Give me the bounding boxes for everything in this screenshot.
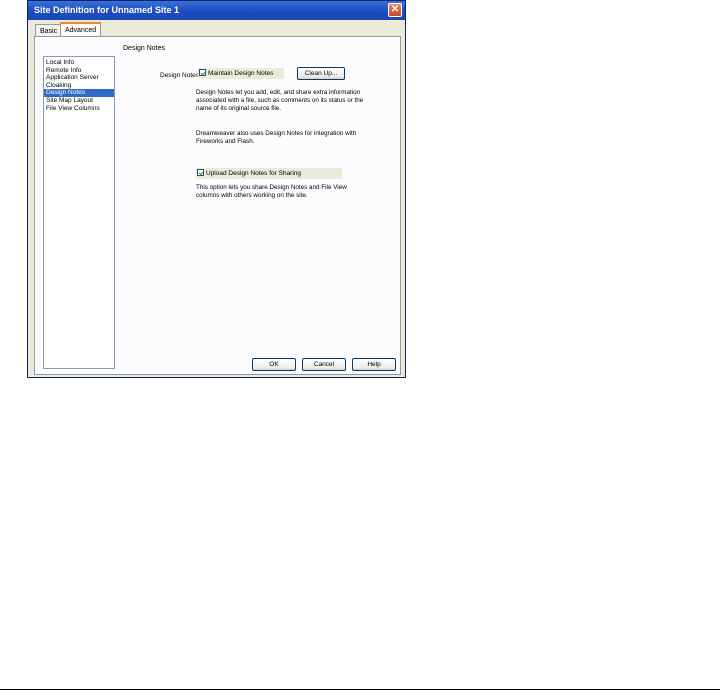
category-item-cloaking[interactable]: Cloaking <box>44 82 114 90</box>
design-notes-description: Design Notes let you add, edit, and shar… <box>196 89 364 112</box>
maintain-design-notes-checkbox[interactable]: Maintain Design Notes <box>198 68 284 79</box>
close-icon[interactable]: ✕ <box>388 3 402 17</box>
category-item-application-server[interactable]: Application Server <box>44 74 114 82</box>
category-item-remote-info[interactable]: Remote Info <box>44 67 114 75</box>
sharing-description: This option lets you share Design Notes … <box>196 184 347 199</box>
help-button[interactable]: Help <box>352 358 396 371</box>
category-item-site-map-layout[interactable]: Site Map Layout <box>44 97 114 105</box>
cancel-button[interactable]: Cancel <box>302 358 346 371</box>
upload-design-notes-label: Upload Design Notes for Sharing <box>206 170 302 177</box>
maintain-design-notes-label: Maintain Design Notes <box>208 70 274 77</box>
upload-design-notes-checkbox[interactable]: Upload Design Notes for Sharing <box>196 168 342 179</box>
site-definition-dialog: Site Definition for Unnamed Site 1 ✕ Bas… <box>27 0 406 378</box>
integration-description: Dreamweaver also uses Design Notes for i… <box>196 130 357 145</box>
section-title: Design Notes <box>123 45 166 52</box>
category-list[interactable]: Local Info Remote Info Application Serve… <box>43 56 115 369</box>
checkbox-checked-icon[interactable] <box>197 168 204 176</box>
clean-up-button[interactable]: Clean Up... <box>297 67 345 80</box>
design-notes-label: Design Notes: <box>160 72 201 79</box>
category-item-local-info[interactable]: Local Info <box>44 59 114 67</box>
ok-button[interactable]: OK <box>252 358 296 371</box>
checkbox-checked-icon[interactable] <box>199 68 206 76</box>
advanced-panel: Design Notes Local Info Remote Info Appl… <box>34 36 401 375</box>
tab-advanced[interactable]: Advanced <box>60 22 102 37</box>
category-item-design-notes[interactable]: Design Notes <box>44 89 114 97</box>
dialog-title: Site Definition for Unnamed Site 1 <box>28 1 405 20</box>
page-divider <box>0 689 720 690</box>
category-item-file-view-columns[interactable]: File View Columns <box>44 105 114 113</box>
